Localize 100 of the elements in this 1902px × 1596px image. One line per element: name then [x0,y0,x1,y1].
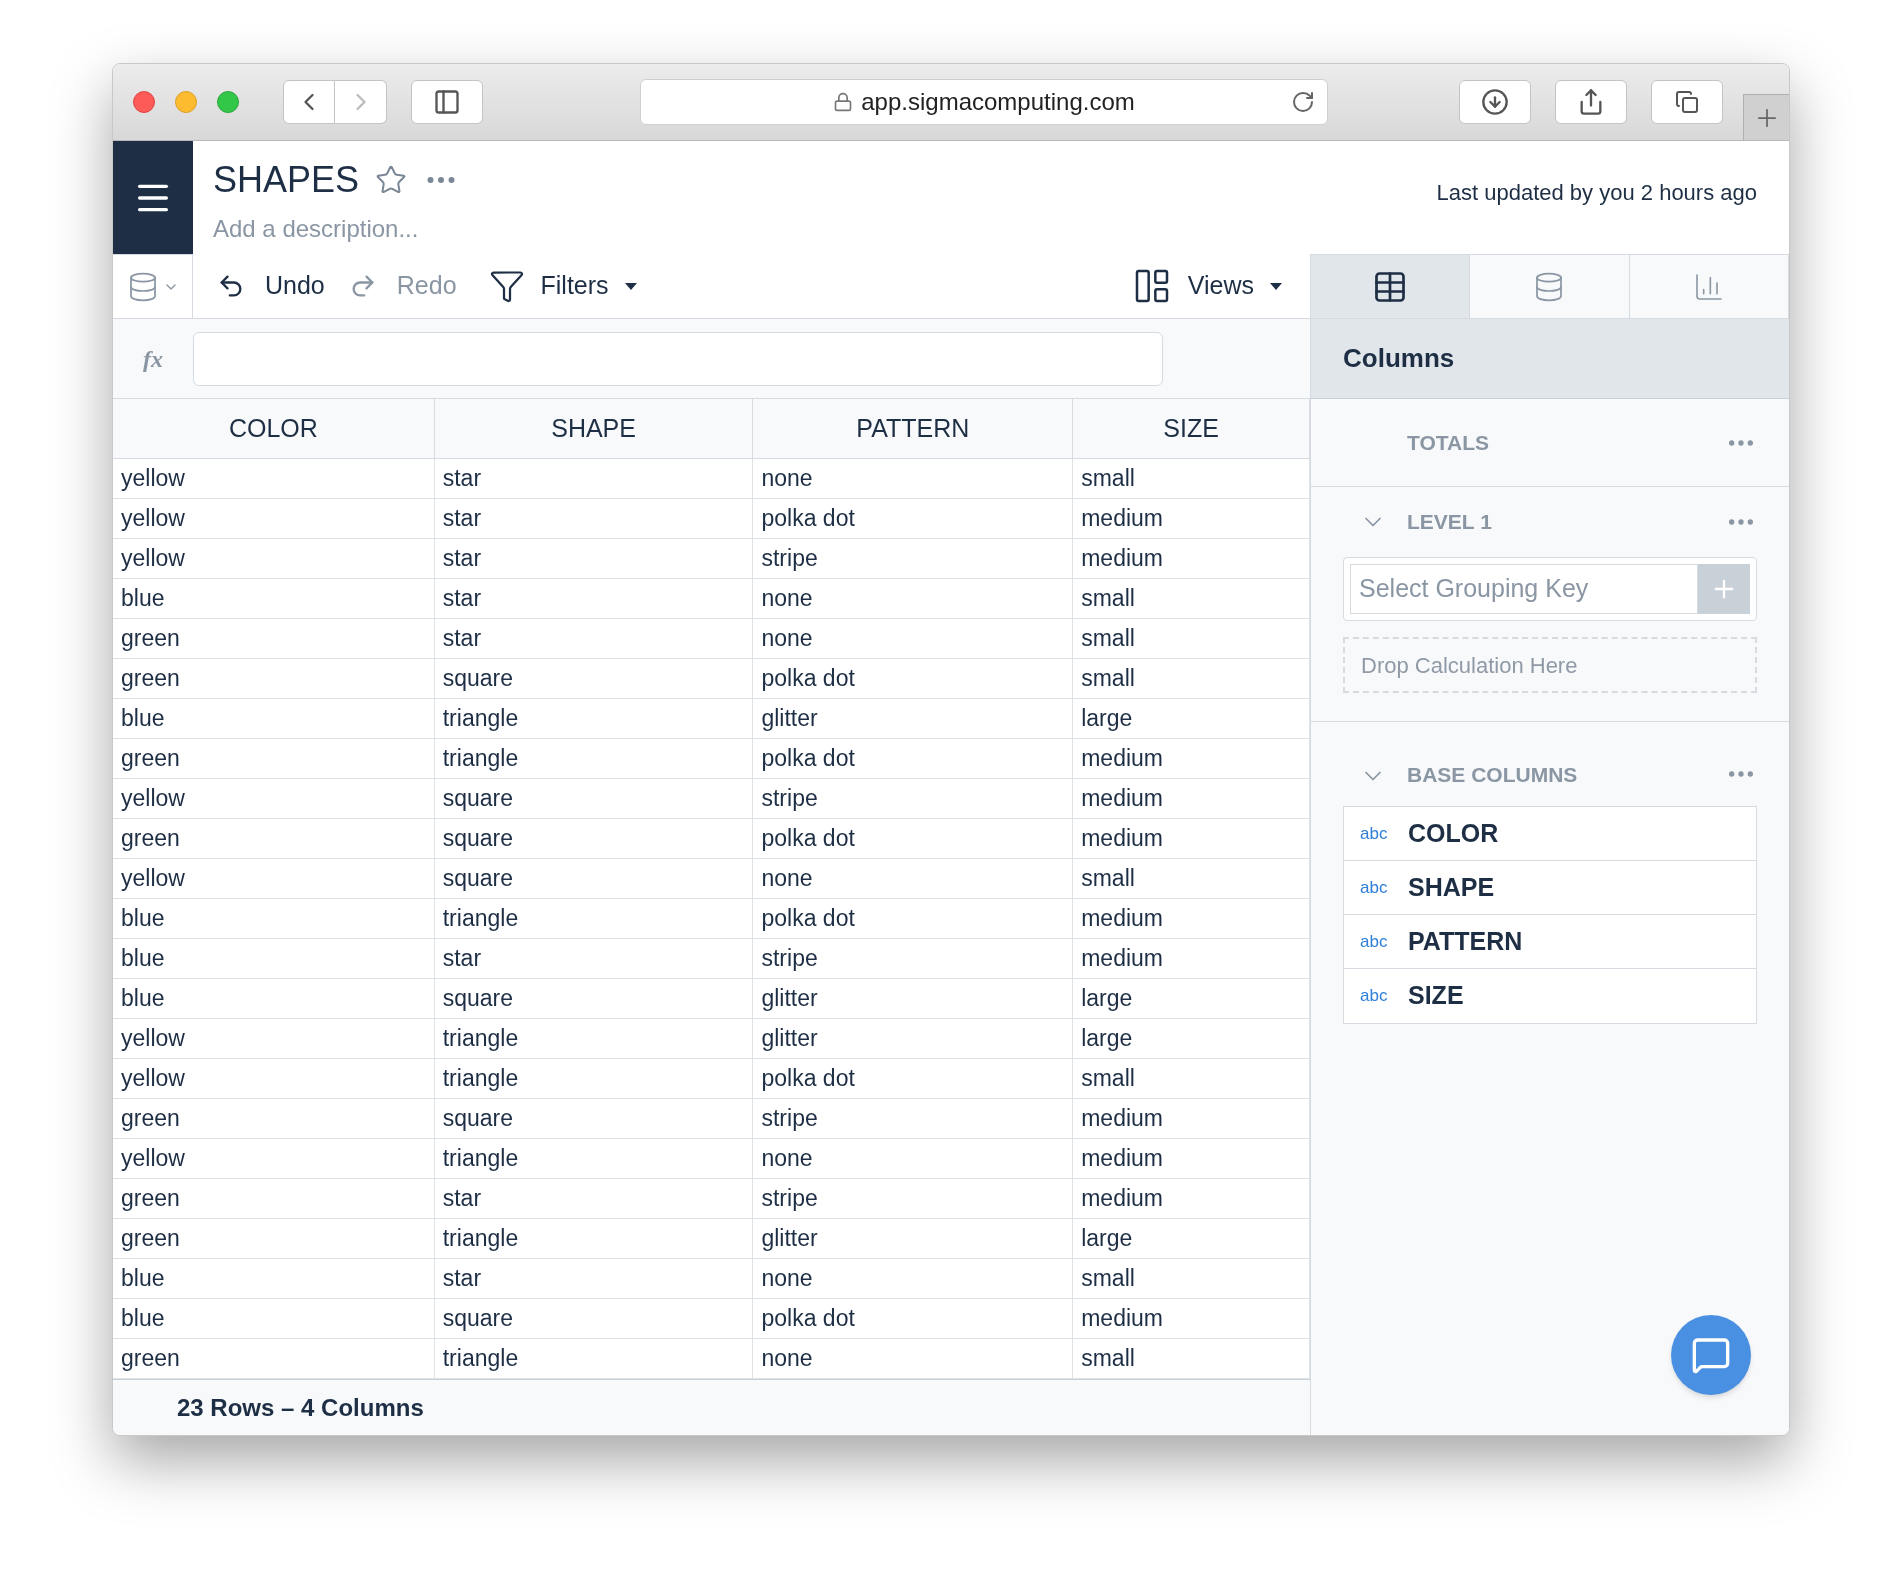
filters-button[interactable]: Filters [488,267,637,305]
download-button[interactable] [1459,80,1531,124]
totals-label: TOTALS [1407,429,1490,456]
data-source-button[interactable] [113,253,193,319]
tabs-icon [1675,90,1699,114]
caret-icon [1270,282,1282,290]
table-cell: medium [1073,1299,1310,1338]
table-cell: polka dot [753,899,1074,938]
table-cell: square [434,1099,754,1138]
table-cell: triangle [434,739,754,778]
table-cell: green [113,1339,435,1378]
table-cell: star [434,579,754,618]
table-cell: yellow [113,859,435,898]
table-cell: small [1073,459,1310,498]
views-button[interactable]: Views [1131,266,1282,306]
table-cell: medium [1073,819,1310,858]
share-button[interactable] [1555,80,1627,124]
add-grouping-button[interactable] [1698,564,1750,614]
table-cell: star [434,459,754,498]
table-cell: star [434,939,754,978]
table-cell: polka dot [753,1059,1074,1098]
column-name: COLOR [1408,817,1499,849]
formula-field[interactable] [193,331,1163,386]
column-header[interactable]: SHAPE [434,399,754,458]
new-tab-button[interactable] [1743,94,1789,140]
minimize-window-icon[interactable] [175,91,197,113]
table-cell: star [434,499,754,538]
table-cell: glitter [753,699,1074,738]
table-cell: polka dot [753,499,1074,538]
table-cell: triangle [434,899,754,938]
table-cell: triangle [434,1219,754,1258]
forward-button[interactable] [335,80,387,124]
table-cell: yellow [113,499,435,538]
table-cell: medium [1073,779,1310,818]
table-cell: large [1073,1219,1310,1258]
table-cell: green [113,659,435,698]
back-button[interactable] [283,80,335,124]
column-list-item[interactable]: abc SHAPE [1344,861,1756,915]
column-name: SHAPE [1408,871,1495,903]
table-cell: blue [113,899,435,938]
table-cell: medium [1073,899,1310,938]
sidebar-toggle-button[interactable] [411,80,483,124]
table-cell: large [1073,979,1310,1018]
table-cell: medium [1073,539,1310,578]
table-cell: none [753,1259,1074,1298]
table-cell: none [753,1139,1074,1178]
table-cell: none [753,619,1074,658]
table-cell: glitter [753,1019,1074,1058]
table-cell: stripe [753,939,1074,978]
table-cell: square [434,659,754,698]
address-bar[interactable]: app.sigmacomputing.com [640,79,1328,125]
column-list-item[interactable]: abc COLOR [1344,807,1756,861]
tabs-button[interactable] [1651,80,1723,124]
formula-label: fx [142,344,164,374]
table-cell: polka dot [753,819,1074,858]
table-cell: medium [1073,939,1310,978]
table-cell: yellow [113,1019,435,1058]
last-updated-text: Last updated by you 2 hours ago [1436,179,1757,207]
table-cell: stripe [753,539,1074,578]
maximize-window-icon[interactable] [217,91,239,113]
table-cell: yellow [113,1059,435,1098]
grouping-key-field[interactable]: Select Grouping Key [1350,564,1698,614]
table-cell: small [1073,619,1310,658]
column-header[interactable]: COLOR [113,399,435,458]
column-list-item[interactable]: abc PATTERN [1344,915,1756,969]
table-cell: small [1073,1059,1310,1098]
column-name: SIZE [1408,980,1464,1012]
column-header[interactable]: PATTERN [753,399,1074,458]
reload-icon[interactable] [1291,90,1315,114]
text-type-label: abc [1360,985,1388,1008]
table-cell: blue [113,579,435,618]
row-count: 23 Rows – 4 Columns [177,1392,424,1423]
undo-button[interactable]: Undo [217,267,325,305]
workbook-title[interactable]: SHAPES [213,153,360,207]
grouping-key-picker[interactable]: Select Grouping Key [1343,557,1757,621]
panel-title: Columns [1343,342,1455,375]
table-cell: none [753,459,1074,498]
download-icon [1481,88,1509,116]
table-cell: none [753,1339,1074,1378]
panel-tab[interactable] [1311,255,1471,318]
table-cell: large [1073,1019,1310,1058]
close-window-icon[interactable] [133,91,155,113]
table-cell: blue [113,699,435,738]
column-header[interactable]: SIZE [1073,399,1310,458]
table-cell: star [434,619,754,658]
level-label: LEVEL 1 [1407,509,1492,536]
table-cell: green [113,1179,435,1218]
chat-button[interactable] [1671,1315,1751,1395]
table-cell: star [434,539,754,578]
column-list-item[interactable]: abc SIZE [1344,969,1756,1023]
table-cell: triangle [434,1019,754,1058]
table-cell: glitter [753,1219,1074,1258]
description-field[interactable]: Add a description... [213,211,713,247]
table-cell: stripe [753,779,1074,818]
menu-button[interactable] [113,141,193,254]
table-cell: triangle [434,699,754,738]
star-icon[interactable] [375,164,408,196]
table-cell: square [434,979,754,1018]
chat-icon [1691,1335,1731,1375]
table-cell: square [434,819,754,858]
